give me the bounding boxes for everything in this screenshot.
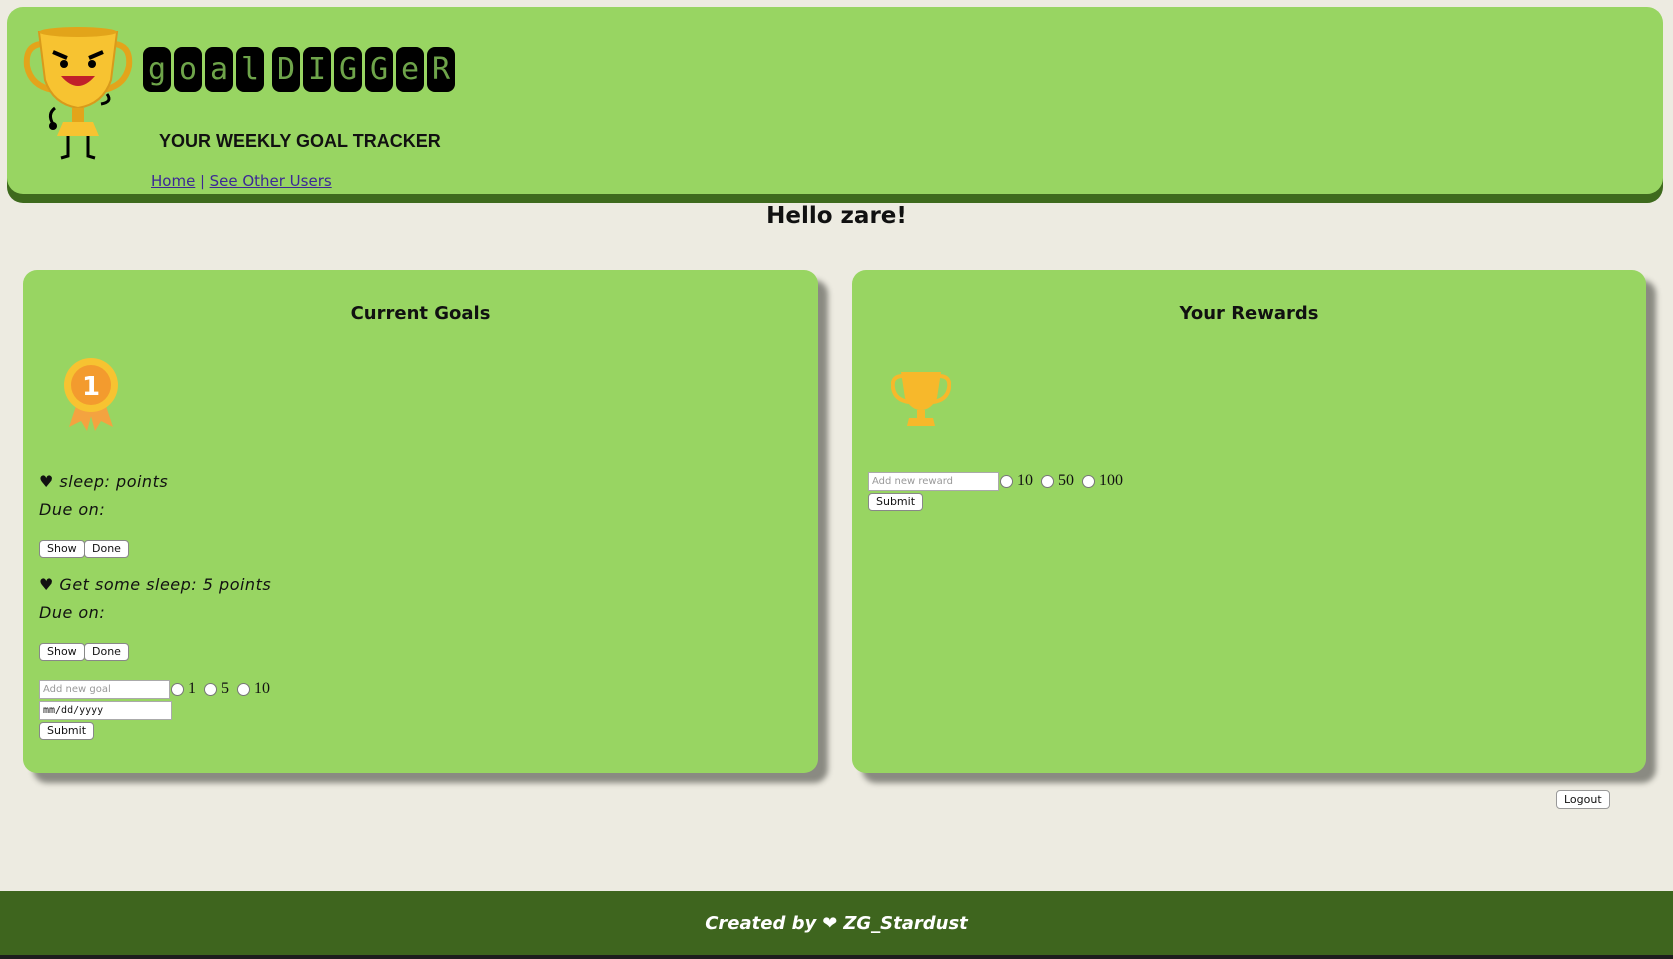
first-place-medal-icon: 1: [64, 358, 118, 431]
reward-points-radio[interactable]: [1041, 474, 1054, 488]
reward-points-radio[interactable]: [1000, 474, 1013, 488]
brand-letter: G: [334, 47, 362, 92]
new-goal-input[interactable]: [39, 680, 170, 699]
nav-other-users-link[interactable]: See Other Users: [210, 172, 332, 190]
reward-points-option-label: 10: [1017, 472, 1033, 489]
goal-due-date-input[interactable]: mm/dd/yyyy: [39, 701, 172, 720]
site-tagline: YOUR WEEKLY GOAL TRACKER: [159, 131, 441, 151]
goal-done-button[interactable]: Done: [84, 643, 129, 661]
brand-letter: G: [365, 47, 393, 92]
reward-points-radio[interactable]: [1082, 474, 1095, 488]
reward-submit-button[interactable]: Submit: [868, 493, 924, 511]
greeting-heading: Hello zare!: [766, 203, 907, 229]
trophy-cup-icon: [891, 372, 951, 426]
goal-item-title: ♥ Get some sleep: 5 points: [39, 575, 272, 594]
window-bottom-edge: [0, 955, 1673, 959]
nav-separator: |: [200, 174, 205, 190]
reward-points-option-label: 100: [1099, 472, 1123, 489]
trophy-mascot-icon: [23, 27, 133, 160]
site-header: g o a l D I G G e R YOUR WEEKLY GOAL TRA…: [7, 7, 1663, 194]
rewards-title: Your Rewards: [1179, 303, 1319, 324]
footer-author: ZG_Stardust: [843, 912, 968, 934]
logout-button[interactable]: Logout: [1556, 790, 1610, 809]
brand-letter: I: [303, 47, 331, 92]
brand-letter: D: [272, 47, 300, 92]
brand-letter: R: [427, 47, 455, 92]
brand-letter: o: [174, 47, 202, 92]
goal-done-button[interactable]: Done: [84, 540, 129, 558]
goal-points-option-label: 1: [188, 680, 196, 697]
goal-points-radio[interactable]: [204, 682, 217, 696]
current-goals-title: Current Goals: [350, 303, 491, 324]
goal-show-button[interactable]: Show: [39, 643, 85, 661]
goal-points-radio[interactable]: [237, 682, 250, 696]
heart-icon: ❤: [822, 912, 838, 934]
reward-points-radio-group: 10 50 100: [992, 472, 1123, 490]
goal-item-due: Due on:: [39, 603, 106, 622]
goal-points-radio[interactable]: [171, 682, 184, 696]
goal-points-radio-group: 1 5 10: [163, 680, 270, 698]
goal-submit-button[interactable]: Submit: [39, 722, 95, 740]
main-nav: Home | See Other Users: [151, 172, 332, 190]
brand-letter: e: [396, 47, 424, 92]
brand-word-goal: g o a l: [143, 47, 264, 94]
site-footer: Created by ❤ ZG_Stardust: [0, 891, 1673, 955]
footer-created-by: Created by: [705, 912, 817, 934]
reward-points-option-label: 50: [1058, 472, 1074, 489]
goal-points-option-label: 5: [221, 680, 229, 697]
goal-item-title: ♥ sleep: points: [39, 472, 169, 491]
svg-text:1: 1: [82, 372, 100, 402]
new-reward-input[interactable]: [868, 472, 999, 491]
brand-logo-text: g o a l D I G G e R: [143, 47, 459, 94]
brand-word-digger: D I G G e R: [272, 47, 455, 94]
rewards-panel: Your Rewards 10 50 100 Submit: [852, 270, 1646, 773]
brand-letter: a: [205, 47, 233, 92]
nav-home-link[interactable]: Home: [151, 172, 195, 190]
brand-letter: l: [236, 47, 264, 92]
goal-item-due: Due on:: [39, 500, 106, 519]
goal-show-button[interactable]: Show: [39, 540, 85, 558]
goal-points-option-label: 10: [254, 680, 270, 697]
brand-letter: g: [143, 47, 171, 92]
current-goals-panel: Current Goals 1 ♥ sleep: points Due on: …: [23, 270, 818, 773]
